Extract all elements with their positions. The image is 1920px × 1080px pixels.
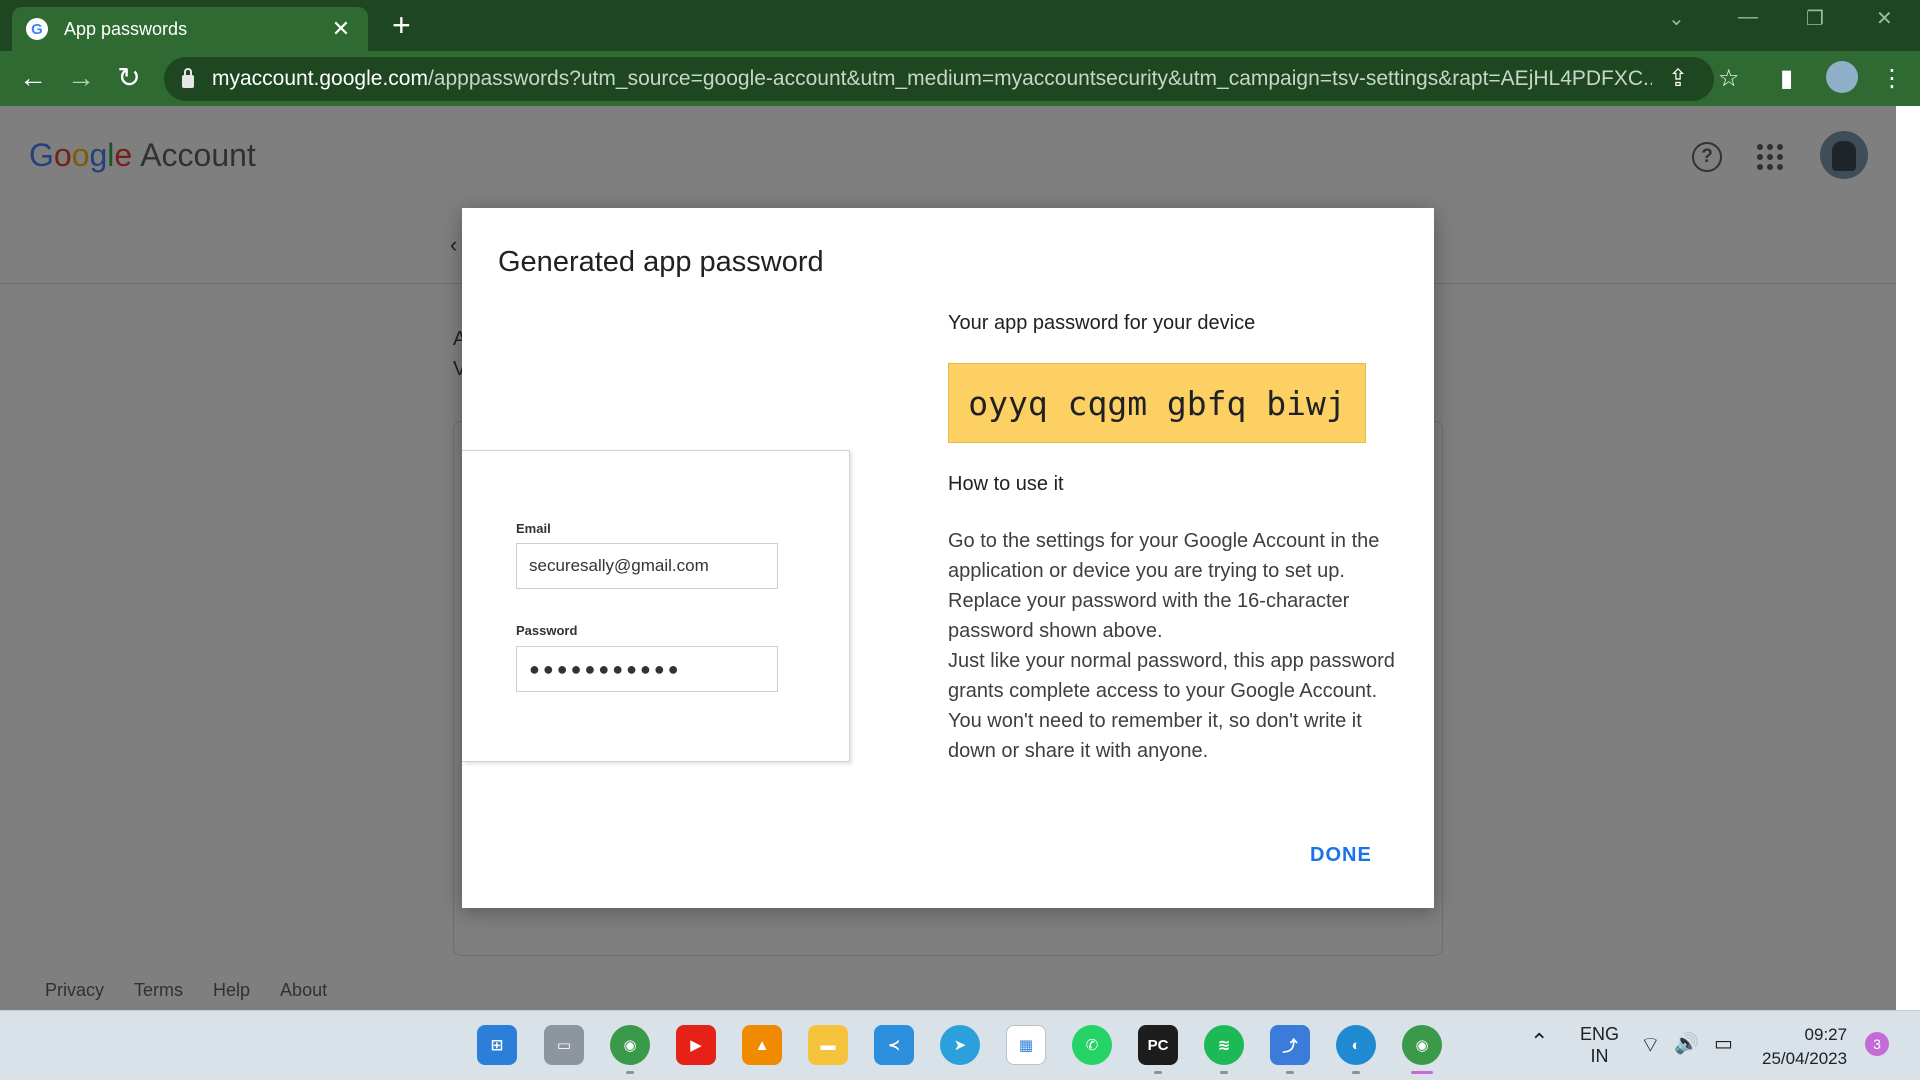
- google-favicon-icon: G: [26, 18, 48, 40]
- chrome-profile-icon[interactable]: ◉: [1402, 1025, 1442, 1065]
- side-panel-icon[interactable]: ▮: [1780, 65, 1793, 93]
- pycharm-icon[interactable]: PC: [1138, 1025, 1178, 1065]
- share-icon[interactable]: ⇪: [1668, 65, 1688, 93]
- instructions-paragraph: Just like your normal password, this app…: [948, 650, 1395, 762]
- how-to-use-title: How to use it: [948, 473, 1064, 495]
- tab-close-icon[interactable]: ✕: [328, 16, 354, 42]
- tab-title: App passwords: [64, 18, 188, 39]
- tab-strip: G App passwords ✕ + ⌄ — ❐ ✕: [0, 0, 1920, 51]
- edge-icon[interactable]: ◐: [1336, 1025, 1376, 1065]
- email-label: Email: [516, 521, 551, 536]
- telegram-icon[interactable]: ➤: [940, 1025, 980, 1065]
- chrome-icon[interactable]: ◉: [610, 1025, 650, 1065]
- running-indicator: [1411, 1071, 1433, 1074]
- done-button[interactable]: DONE: [1310, 844, 1372, 867]
- minimize-button[interactable]: —: [1738, 6, 1758, 29]
- vlc-icon[interactable]: ▲: [742, 1025, 782, 1065]
- usage-instructions: Go to the settings for your Google Accou…: [948, 526, 1398, 766]
- close-window-button[interactable]: ✕: [1876, 6, 1893, 31]
- whatsapp-icon[interactable]: ✆: [1072, 1025, 1112, 1065]
- password-label: Password: [516, 623, 578, 638]
- tab-search-chevron-icon[interactable]: ⌄: [1668, 6, 1685, 31]
- new-tab-button[interactable]: +: [392, 9, 411, 41]
- windows-taskbar: ⊞ ▭ ◉ ▶ ▲ ▬ ≺ ➤ ▦ ✆ PC ≋ ⤴ ◐ ◉ ⌃ ENG IN ⌔ 🔊 ▭ 09:27 25…: [0, 1010, 1920, 1080]
- address-bar[interactable]: myaccount.google.com/apppasswords?utm_so…: [164, 57, 1714, 101]
- file-explorer-icon[interactable]: ▭: [544, 1025, 584, 1065]
- folder-icon[interactable]: ▬: [808, 1025, 848, 1065]
- notification-badge[interactable]: 3: [1865, 1032, 1889, 1056]
- language-indicator[interactable]: ENG IN: [1580, 1023, 1619, 1080]
- app-password-box[interactable]: oyyq cqgm gbfq biwj: [948, 363, 1366, 443]
- ms-store-icon[interactable]: ▦: [1006, 1025, 1046, 1065]
- reload-button[interactable]: ↻: [111, 62, 147, 94]
- spotify-icon[interactable]: ≋: [1204, 1025, 1244, 1065]
- running-indicator: [1286, 1071, 1294, 1074]
- bookmark-star-icon[interactable]: ☆: [1718, 65, 1740, 93]
- volume-icon[interactable]: 🔊: [1674, 1031, 1699, 1080]
- url-text[interactable]: myaccount.google.com/apppasswords?utm_so…: [212, 67, 1652, 91]
- clock-date: 25/04/2023: [1762, 1049, 1848, 1068]
- sign-in-illustration: Email securesally@gmail.com Password ●●●…: [462, 450, 850, 762]
- generated-app-password-dialog: Generated app password Email securesally…: [462, 208, 1434, 908]
- lock-icon[interactable]: [182, 67, 194, 88]
- device-password-label: Your app password for your device: [948, 312, 1256, 334]
- tray-overflow-chevron-icon[interactable]: ⌃: [1530, 1029, 1548, 1080]
- wifi-icon[interactable]: ⌔: [1640, 1031, 1661, 1080]
- vscode-icon[interactable]: ≺: [874, 1025, 914, 1065]
- youtube-icon[interactable]: ▶: [676, 1025, 716, 1065]
- browser-menu-icon[interactable]: ⋮: [1880, 65, 1904, 93]
- dialog-title: Generated app password: [498, 246, 824, 278]
- running-indicator: [1352, 1071, 1360, 1074]
- dolphin-icon[interactable]: ⤴: [1270, 1025, 1310, 1065]
- profile-avatar[interactable]: [1826, 61, 1858, 93]
- running-indicator: [626, 1071, 634, 1074]
- instructions-paragraph: Go to the settings for your Google Accou…: [948, 530, 1380, 642]
- running-indicator: [1220, 1071, 1228, 1074]
- start-icon[interactable]: ⊞: [477, 1025, 517, 1065]
- page-scrollbar[interactable]: [1896, 106, 1920, 1010]
- tab-app-passwords[interactable]: G App passwords ✕: [12, 7, 368, 51]
- battery-icon[interactable]: ▭: [1714, 1031, 1733, 1080]
- forward-button[interactable]: →: [63, 62, 99, 94]
- browser-toolbar: ← → ↻ myaccount.google.com/apppasswords?…: [0, 51, 1920, 106]
- restore-button[interactable]: ❐: [1806, 6, 1824, 31]
- running-indicator: [1154, 1071, 1162, 1074]
- clock-time: 09:27: [1804, 1025, 1848, 1044]
- clock[interactable]: 09:27 25/04/2023: [1762, 1023, 1847, 1080]
- back-button[interactable]: ←: [15, 62, 51, 94]
- email-field-illustration: securesally@gmail.com: [516, 543, 778, 589]
- password-field-illustration: ●●●●●●●●●●●: [516, 646, 778, 692]
